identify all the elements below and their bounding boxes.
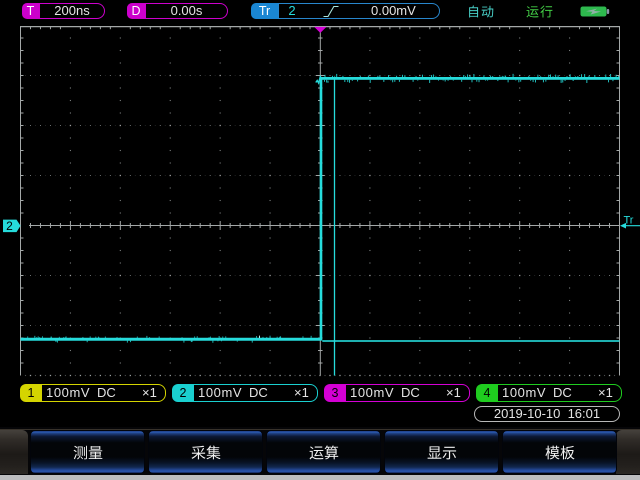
svg-text:2: 2 [6,219,13,233]
